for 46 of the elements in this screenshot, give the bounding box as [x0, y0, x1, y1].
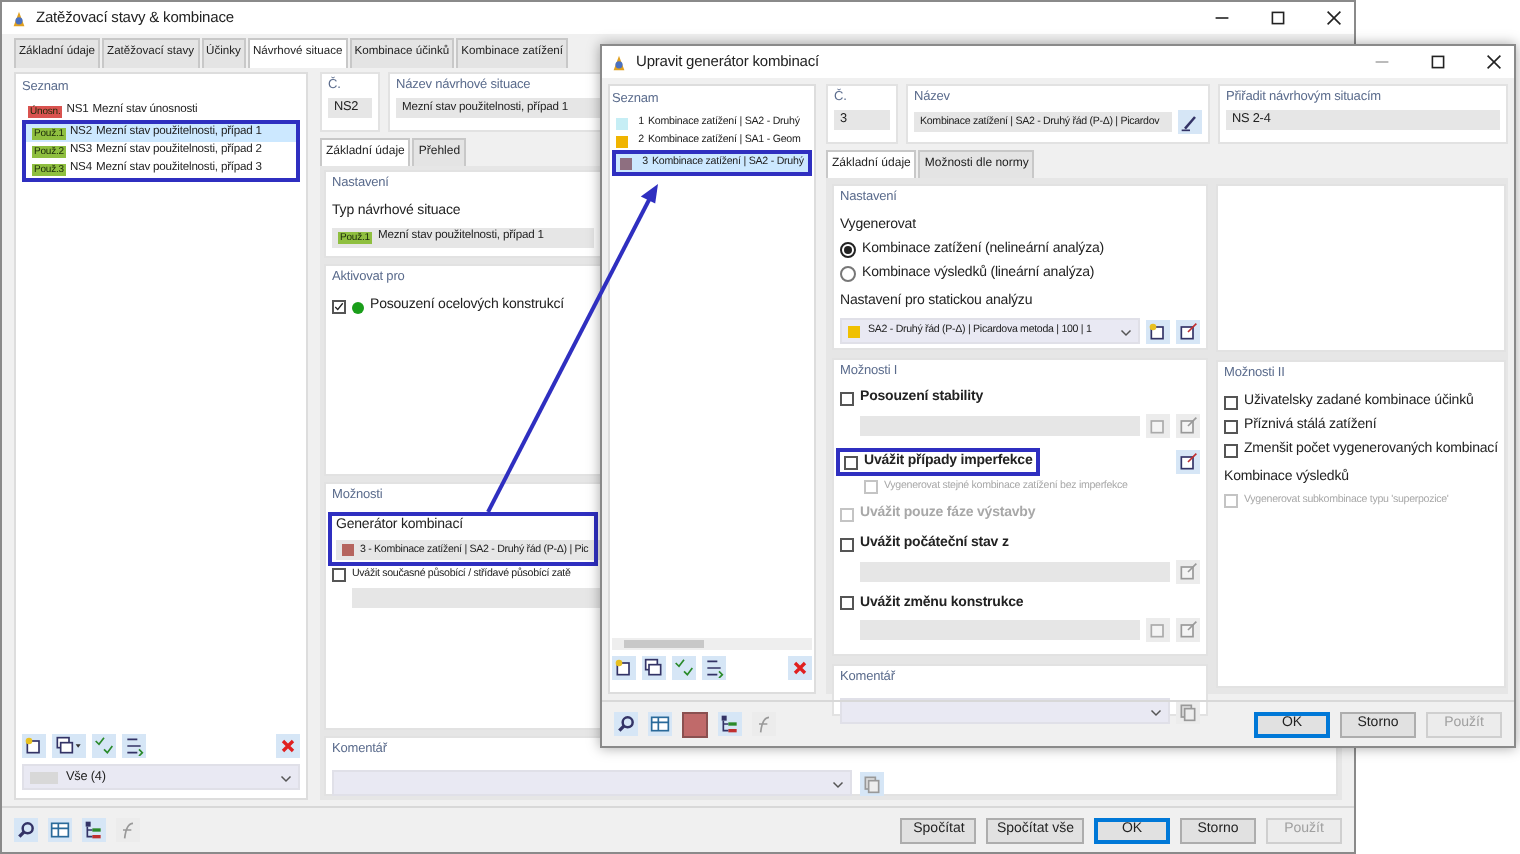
delete-icon[interactable]	[788, 656, 812, 680]
copy-icon[interactable]	[642, 656, 666, 680]
close-icon[interactable]	[1486, 54, 1502, 70]
search-icon[interactable]	[614, 712, 638, 736]
input-field[interactable]	[860, 416, 1140, 436]
scrollbar[interactable]	[612, 638, 812, 650]
table-icon[interactable]	[48, 818, 72, 842]
checkbox[interactable]	[844, 455, 858, 469]
delete-icon[interactable]	[276, 734, 300, 758]
checkbox[interactable]	[332, 300, 346, 314]
renumber-icon[interactable]	[702, 656, 726, 680]
maximize-icon[interactable]	[1270, 10, 1286, 26]
checkbox[interactable]	[840, 537, 854, 552]
tree-icon[interactable]	[82, 818, 106, 842]
checkbox[interactable]	[1224, 396, 1238, 410]
caret-icon	[1150, 705, 1162, 718]
search-icon[interactable]	[14, 818, 38, 842]
input-field[interactable]	[352, 587, 600, 608]
close-icon[interactable]	[1326, 10, 1342, 26]
edit-icon[interactable]	[1178, 110, 1202, 135]
checkbox[interactable]	[840, 596, 854, 611]
comment-field[interactable]	[840, 698, 1170, 725]
caret-icon	[832, 777, 844, 790]
checkbox[interactable]	[840, 392, 854, 407]
maximize-icon[interactable]	[1430, 54, 1446, 70]
input-field[interactable]	[860, 620, 1140, 641]
check-all-icon[interactable]	[672, 656, 696, 680]
copy-icon[interactable]	[52, 734, 86, 758]
table-icon[interactable]	[648, 712, 672, 736]
app-icon	[610, 53, 628, 71]
input-field[interactable]	[860, 561, 1170, 581]
radio-button[interactable]	[840, 266, 856, 282]
radio-button[interactable]	[840, 242, 856, 259]
color-button[interactable]	[682, 711, 708, 737]
check-all-icon[interactable]	[92, 734, 116, 758]
caret-icon	[280, 771, 292, 783]
edit-icon[interactable]	[1176, 450, 1200, 474]
tree-icon[interactable]	[718, 712, 742, 736]
caret-icon	[1120, 325, 1132, 338]
checkbox[interactable]	[1224, 443, 1238, 457]
comment-field[interactable]	[332, 770, 852, 797]
checkbox[interactable]	[332, 567, 346, 582]
renumber-icon[interactable]	[122, 734, 146, 758]
app-icon	[10, 9, 28, 27]
checkbox[interactable]	[1224, 419, 1238, 434]
edit-icon[interactable]	[1176, 319, 1200, 344]
